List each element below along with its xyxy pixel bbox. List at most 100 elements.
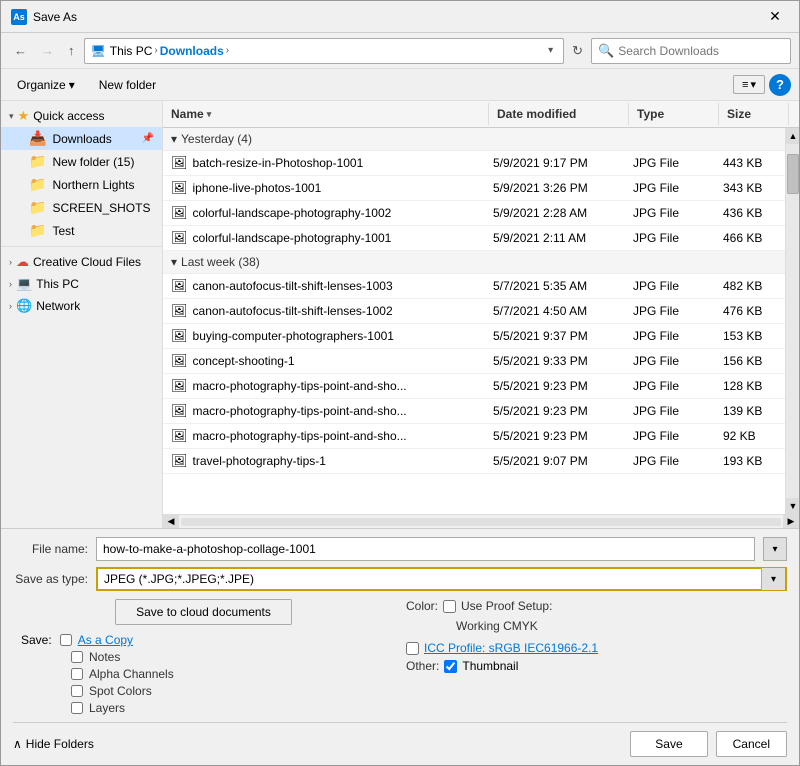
h-scroll-track[interactable] bbox=[181, 518, 781, 526]
refresh-button[interactable]: ↻ bbox=[568, 41, 587, 61]
view-icon: ≡ bbox=[742, 79, 748, 91]
scroll-down-button[interactable]: ▼ bbox=[786, 498, 799, 514]
file-size-9: 128 KB bbox=[715, 375, 785, 397]
as-copy-label[interactable]: As a Copy bbox=[78, 633, 133, 647]
hide-folders-label: Hide Folders bbox=[26, 737, 94, 751]
column-headers: Name ▾ Date modified Type Size bbox=[163, 101, 799, 128]
file-date-7: 5/5/2021 9:37 PM bbox=[485, 325, 625, 347]
sidebar-item-screen-shots[interactable]: 📁 SCREEN_SHOTS bbox=[1, 196, 162, 219]
folder-icon-1: 📁 bbox=[29, 153, 46, 170]
col-size[interactable]: Size bbox=[719, 103, 789, 125]
file-size-3: 436 KB bbox=[715, 202, 785, 224]
icc-profile-checkbox[interactable] bbox=[406, 642, 419, 655]
downloads-label: Downloads bbox=[52, 132, 135, 146]
view-button[interactable]: ≡ ▾ bbox=[733, 75, 765, 94]
file-list-scroll[interactable]: ▾ Yesterday (4) 🖼 batch-resize-in-Photos… bbox=[163, 128, 785, 514]
file-date-11: 5/5/2021 9:23 PM bbox=[485, 425, 625, 447]
file-type-8: JPG File bbox=[625, 350, 715, 372]
savetype-dropdown-button[interactable]: ▾ bbox=[761, 568, 785, 590]
file-row[interactable]: 🖼 colorful-landscape-photography-1001 5/… bbox=[163, 226, 785, 251]
sidebar-item-downloads[interactable]: 📥 Downloads 📌 bbox=[1, 127, 162, 150]
address-bar[interactable]: 🖥 This PC › Downloads › ▾ bbox=[84, 38, 565, 64]
cancel-button[interactable]: Cancel bbox=[716, 731, 787, 757]
address-dropdown-button[interactable]: ▾ bbox=[544, 45, 557, 56]
group-last-week[interactable]: ▾ Last week (38) bbox=[163, 251, 785, 274]
this-pc-label: This PC bbox=[36, 277, 79, 291]
organize-chevron: ▾ bbox=[69, 78, 75, 92]
jpg-icon-7: 🖼 bbox=[171, 328, 188, 344]
savetype-select[interactable]: JPEG (*.JPG;*.JPEG;*.JPE) ▾ bbox=[96, 567, 787, 591]
up-button[interactable]: ↑ bbox=[63, 40, 80, 61]
alpha-channels-checkbox[interactable] bbox=[71, 668, 83, 680]
thumbnail-checkbox[interactable] bbox=[444, 660, 457, 673]
file-type-10: JPG File bbox=[625, 400, 715, 422]
scroll-thumb[interactable] bbox=[787, 154, 799, 194]
layers-checkbox[interactable] bbox=[71, 702, 83, 714]
file-row[interactable]: 🖼 macro-photography-tips-point-and-sho..… bbox=[163, 424, 785, 449]
creative-cloud-icon: ☁ bbox=[16, 254, 29, 270]
scroll-right-button[interactable]: ▶ bbox=[783, 515, 799, 529]
creative-cloud-label: Creative Cloud Files bbox=[33, 255, 141, 269]
file-type-7: JPG File bbox=[625, 325, 715, 347]
toolbar-right: ≡ ▾ ? bbox=[733, 74, 791, 96]
file-type-11: JPG File bbox=[625, 425, 715, 447]
file-name-12: 🖼 travel-photography-tips-1 bbox=[163, 450, 485, 472]
file-date-5: 5/7/2021 5:35 AM bbox=[485, 275, 625, 297]
file-row[interactable]: 🖼 buying-computer-photographers-1001 5/5… bbox=[163, 324, 785, 349]
jpg-icon-5: 🖼 bbox=[171, 278, 188, 294]
this-pc-group[interactable]: › 💻 This PC bbox=[1, 273, 162, 295]
col-type[interactable]: Type bbox=[629, 103, 719, 125]
hide-folders-button[interactable]: ∧ Hide Folders bbox=[13, 737, 94, 751]
scroll-left-button[interactable]: ◀ bbox=[163, 515, 179, 529]
file-name-11: 🖼 macro-photography-tips-point-and-sho..… bbox=[163, 425, 485, 447]
file-row[interactable]: 🖼 macro-photography-tips-point-and-sho..… bbox=[163, 399, 785, 424]
notes-checkbox[interactable] bbox=[71, 651, 83, 663]
quick-access-group[interactable]: ▾ ★ Quick access bbox=[1, 105, 162, 127]
icc-profile-label[interactable]: ICC Profile: sRGB IEC61966-2.1 bbox=[424, 641, 598, 655]
col-name[interactable]: Name ▾ bbox=[163, 103, 489, 125]
horizontal-scrollbar[interactable]: ◀ ▶ bbox=[163, 514, 799, 528]
options-right: Color: Use Proof Setup: Working CMYK ICC… bbox=[406, 599, 787, 718]
forward-button[interactable]: → bbox=[36, 40, 59, 61]
savetype-label: Save as type: bbox=[13, 572, 88, 586]
file-row[interactable]: 🖼 concept-shooting-1 5/5/2021 9:33 PM JP… bbox=[163, 349, 785, 374]
vertical-scrollbar[interactable]: ▲ ▼ bbox=[785, 128, 799, 514]
filename-input[interactable] bbox=[96, 537, 755, 561]
file-row[interactable]: 🖼 canon-autofocus-tilt-shift-lenses-1003… bbox=[163, 274, 785, 299]
jpg-icon-1: 🖼 bbox=[171, 155, 188, 171]
file-row[interactable]: 🖼 travel-photography-tips-1 5/5/2021 9:0… bbox=[163, 449, 785, 474]
filename-dropdown-button[interactable]: ▾ bbox=[763, 537, 787, 561]
creative-cloud-group[interactable]: › ☁ Creative Cloud Files bbox=[1, 251, 162, 273]
jpg-icon-2: 🖼 bbox=[171, 180, 188, 196]
file-size-7: 153 KB bbox=[715, 325, 785, 347]
organize-button[interactable]: Organize ▾ bbox=[9, 75, 83, 95]
sidebar-item-new-folder[interactable]: 📁 New folder (15) bbox=[1, 150, 162, 173]
file-row[interactable]: 🖼 canon-autofocus-tilt-shift-lenses-1002… bbox=[163, 299, 785, 324]
file-row[interactable]: 🖼 batch-resize-in-Photoshop-1001 5/9/202… bbox=[163, 151, 785, 176]
as-copy-checkbox[interactable] bbox=[60, 634, 72, 646]
this-pc-icon: 💻 bbox=[16, 276, 32, 292]
cloud-save-button[interactable]: Save to cloud documents bbox=[115, 599, 292, 625]
search-input[interactable] bbox=[618, 44, 784, 58]
use-proof-setup-checkbox[interactable] bbox=[443, 600, 456, 613]
file-name-10: 🖼 macro-photography-tips-point-and-sho..… bbox=[163, 400, 485, 422]
network-group[interactable]: › 🌐 Network bbox=[1, 295, 162, 317]
spot-colors-checkbox[interactable] bbox=[71, 685, 83, 697]
scroll-up-button[interactable]: ▲ bbox=[786, 128, 799, 144]
group-yesterday-label: Yesterday (4) bbox=[181, 132, 252, 146]
file-list-with-scroll: ▾ Yesterday (4) 🖼 batch-resize-in-Photos… bbox=[163, 128, 799, 514]
back-button[interactable]: ← bbox=[9, 40, 32, 61]
sidebar-item-northern-lights[interactable]: 📁 Northern Lights bbox=[1, 173, 162, 196]
help-button[interactable]: ? bbox=[769, 74, 791, 96]
file-row[interactable]: 🖼 iphone-live-photos-1001 5/9/2021 3:26 … bbox=[163, 176, 785, 201]
file-row[interactable]: 🖼 colorful-landscape-photography-1002 5/… bbox=[163, 201, 785, 226]
col-date[interactable]: Date modified bbox=[489, 103, 629, 125]
group-yesterday[interactable]: ▾ Yesterday (4) bbox=[163, 128, 785, 151]
scroll-track[interactable] bbox=[786, 144, 799, 498]
sidebar: ▾ ★ Quick access 📥 Downloads 📌 📁 New fol… bbox=[1, 101, 163, 528]
close-button[interactable]: ✕ bbox=[761, 6, 789, 28]
sidebar-item-test[interactable]: 📁 Test bbox=[1, 219, 162, 242]
save-button[interactable]: Save bbox=[630, 731, 707, 757]
file-row[interactable]: 🖼 macro-photography-tips-point-and-sho..… bbox=[163, 374, 785, 399]
new-folder-button[interactable]: New folder bbox=[91, 75, 164, 95]
